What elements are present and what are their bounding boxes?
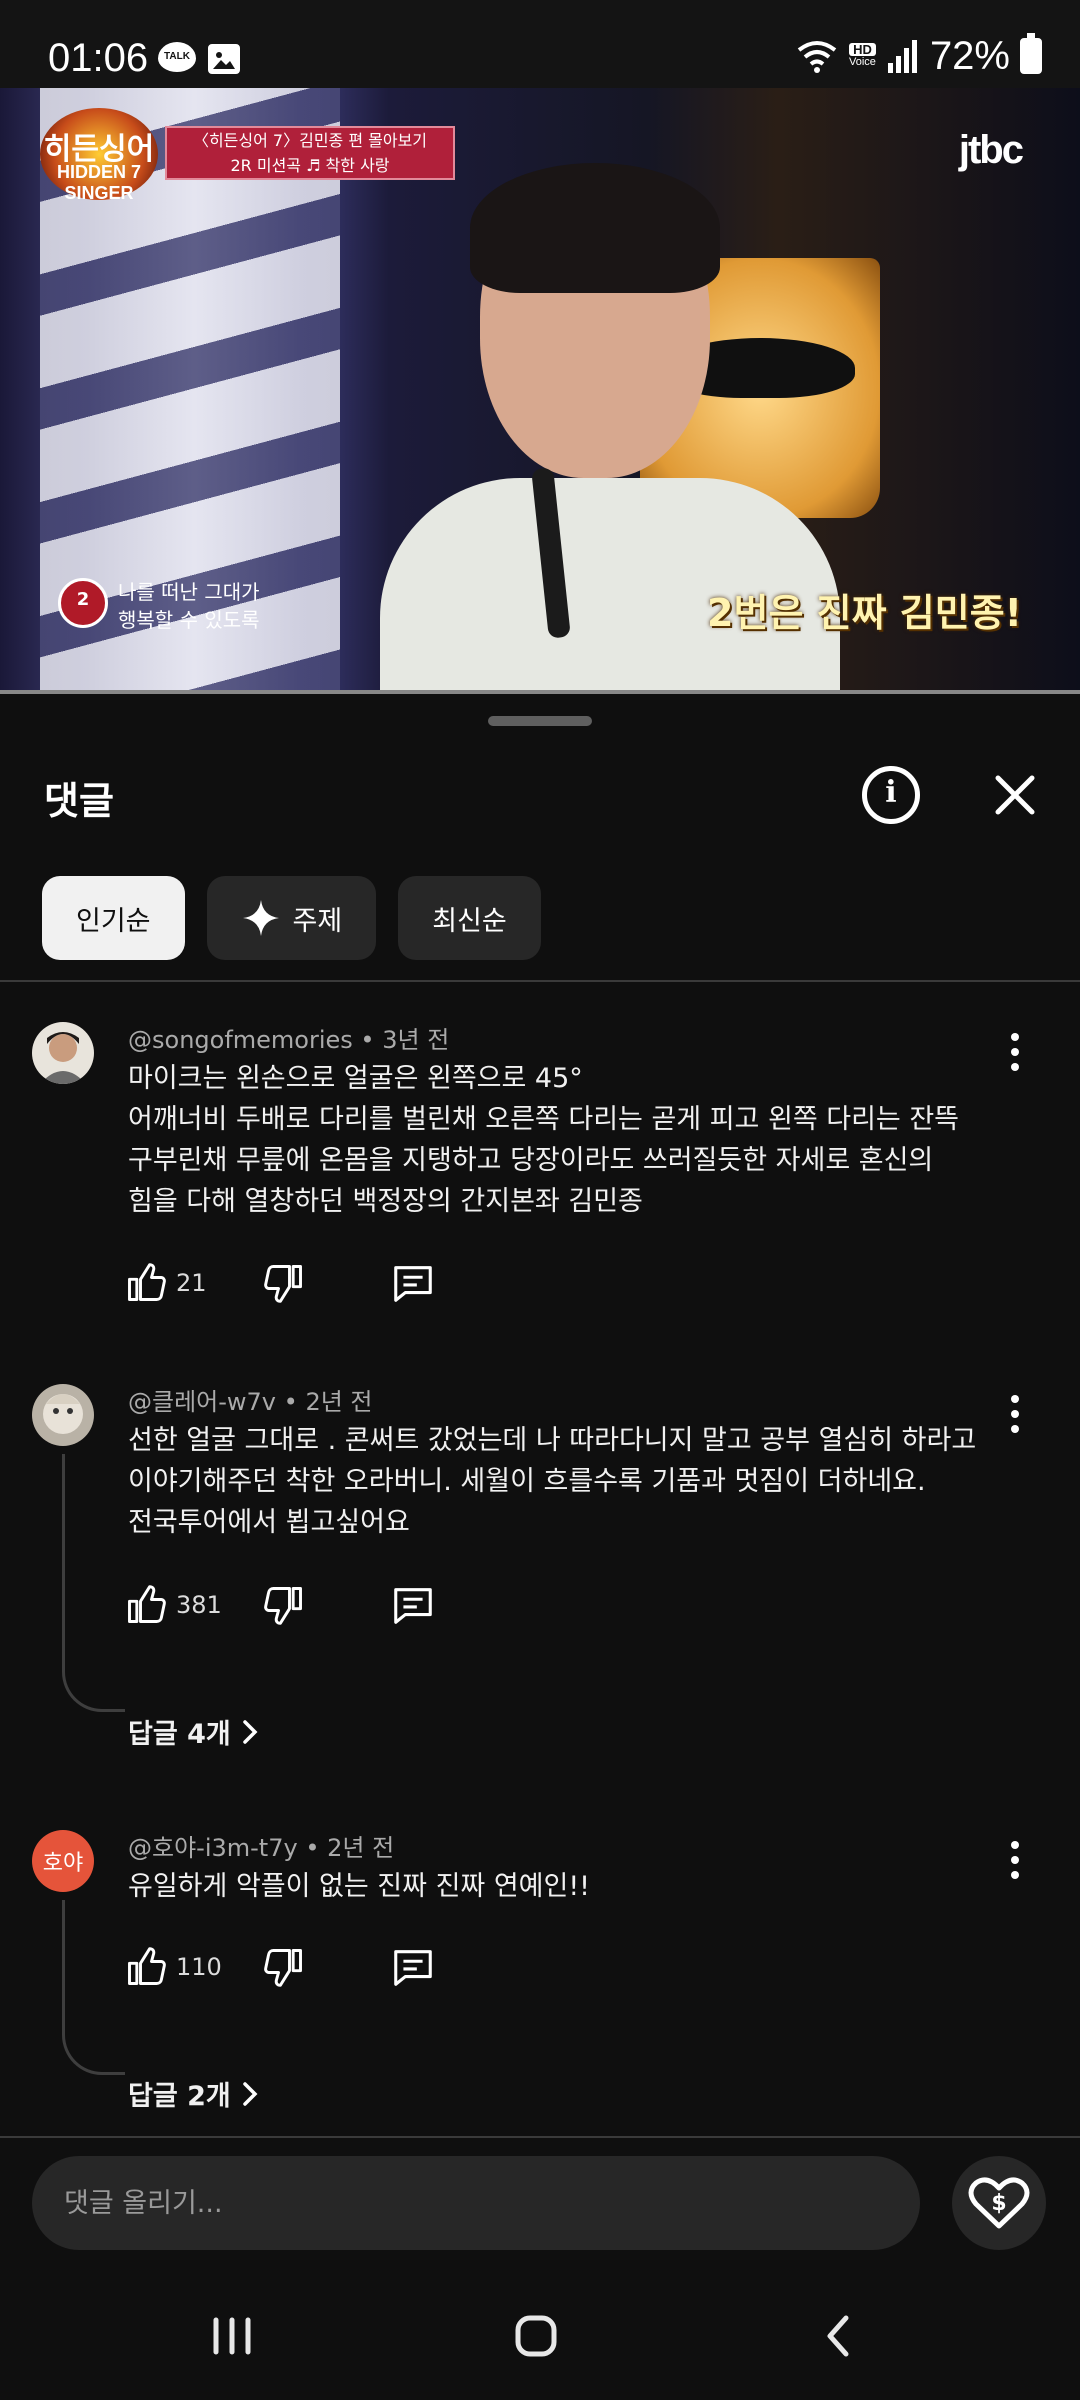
- comment-text: 유일하게 악플이 없는 진짜 진짜 연예인!!: [128, 1871, 590, 1902]
- like-button[interactable]: 381: [124, 1583, 232, 1627]
- status-time: 01:06: [48, 36, 149, 80]
- reply-comment-icon: [394, 1950, 432, 1986]
- kakaotalk-notification-icon: TALK: [158, 42, 196, 72]
- chips-divider: [0, 980, 1080, 982]
- singer-hair: [470, 163, 720, 293]
- back-icon: [827, 2315, 849, 2357]
- comment-actions: 110: [124, 1940, 436, 1994]
- comment-text: 마이크는 왼손으로 얼굴은 왼쪽으로 45° 어깨너비 두배로 다리를 벌린채 …: [128, 1063, 960, 1217]
- avatar[interactable]: [32, 1384, 94, 1446]
- close-icon: [995, 775, 1035, 815]
- reply-button[interactable]: [390, 1944, 436, 1990]
- drag-handle[interactable]: [488, 716, 592, 726]
- comment-time: 2년 전: [305, 1388, 373, 1416]
- recent-apps-icon: [213, 2317, 251, 2355]
- heart-dollar-icon: $: [968, 2177, 1030, 2229]
- wifi-icon: [797, 41, 837, 73]
- comments-title: 댓글: [44, 779, 114, 823]
- view-replies-button[interactable]: 답글 4개: [128, 1712, 261, 1751]
- reply-comment-icon: [394, 1266, 432, 1302]
- chevron-right-icon: [242, 1719, 258, 1744]
- svg-text:$: $: [991, 2191, 1006, 2216]
- signal-icon: [887, 40, 917, 73]
- comment-actions: 381: [124, 1578, 436, 1632]
- video-player[interactable]: 히든싱어 HIDDEN 7 SINGER 〈히든싱어 7〉김민종 편 몰아보기 …: [0, 88, 1080, 694]
- comment-more-button[interactable]: [1000, 1392, 1030, 1436]
- channel-watermark: jtbc: [958, 128, 1024, 172]
- comment-more-button[interactable]: [1000, 1838, 1030, 1882]
- thumbs-down-icon: [264, 1949, 302, 1987]
- home-icon: [515, 2315, 557, 2357]
- add-comment-input[interactable]: [32, 2156, 920, 2250]
- dislike-button[interactable]: [262, 1261, 306, 1305]
- info-button[interactable]: i: [862, 766, 920, 824]
- thumbs-up-icon: [128, 1947, 166, 1985]
- comment-input-bar: $: [0, 2140, 1080, 2270]
- comment-time: 3년 전: [382, 1026, 450, 1054]
- thumbs-down-icon: [264, 1265, 302, 1303]
- dislike-button[interactable]: [262, 1945, 306, 1989]
- comment-actions: 21: [124, 1256, 436, 1310]
- chip-popular[interactable]: 인기순: [42, 876, 185, 960]
- gallery-notification-icon: [208, 44, 240, 74]
- like-button[interactable]: 21: [124, 1261, 232, 1305]
- system-navigation-bar: [0, 2270, 1080, 2400]
- chevron-right-icon: [242, 2081, 258, 2106]
- sort-chips: 인기순 주제 최신순: [42, 876, 541, 960]
- avatar[interactable]: [32, 1022, 94, 1084]
- episode-banner: 〈히든싱어 7〉김민종 편 몰아보기 2R 미션곡 ♬ 착한 사랑: [165, 126, 455, 180]
- dislike-button[interactable]: [262, 1583, 306, 1627]
- sparkle-icon: [242, 900, 279, 936]
- like-button[interactable]: 110: [124, 1945, 232, 1989]
- view-replies-button[interactable]: 답글 2개: [128, 2074, 261, 2113]
- close-button[interactable]: [990, 770, 1040, 820]
- battery-icon: [1020, 33, 1042, 74]
- chip-topics[interactable]: 주제: [206, 876, 377, 960]
- like-count: 381: [176, 1591, 222, 1619]
- comment-author[interactable]: @클레어-w7v: [128, 1388, 276, 1416]
- reply-button[interactable]: [390, 1582, 436, 1628]
- back-button[interactable]: [800, 2306, 880, 2366]
- home-button[interactable]: [496, 2306, 576, 2366]
- thread-line: [62, 1900, 125, 2075]
- like-count: 110: [176, 1953, 222, 1981]
- like-count: 21: [176, 1269, 207, 1297]
- reply-comment-icon: [394, 1588, 432, 1624]
- comment-author[interactable]: @songofmemories: [128, 1026, 353, 1054]
- video-caption: 2번은 진짜 김민종!: [707, 591, 1022, 635]
- contestant-badge: 2: [58, 578, 108, 628]
- avatar[interactable]: 호야: [32, 1830, 94, 1892]
- status-bar: 01:06 TALK HD Voice 72%: [0, 0, 1080, 88]
- lyric-subtitle: 나를 떠난 그대가 행복할 수 있도록: [118, 580, 260, 632]
- thread-line: [62, 1454, 125, 1712]
- comment-time: 2년 전: [327, 1834, 395, 1862]
- comment-author[interactable]: @호야-i3m-t7y: [128, 1834, 298, 1862]
- chip-newest[interactable]: 최신순: [398, 876, 541, 960]
- thumbs-up-icon: [128, 1585, 166, 1623]
- more-vertical-icon: [1011, 1841, 1019, 1879]
- more-vertical-icon: [1011, 1033, 1019, 1071]
- recent-apps-button[interactable]: [192, 2306, 272, 2366]
- show-logo: 히든싱어 HIDDEN 7 SINGER: [40, 108, 158, 203]
- info-icon: i: [885, 775, 897, 810]
- more-vertical-icon: [1011, 1395, 1019, 1433]
- input-divider: [0, 2136, 1080, 2138]
- comment-text: 선한 얼굴 그대로 . 콘써트 갔었는데 나 따라다니지 말고 공부 열심히 하…: [128, 1425, 977, 1538]
- thumbs-down-icon: [264, 1587, 302, 1625]
- thumbs-up-icon: [128, 1263, 166, 1301]
- reply-button[interactable]: [390, 1260, 436, 1306]
- super-thanks-button[interactable]: $: [952, 2156, 1046, 2250]
- battery-percent: 72%: [929, 33, 1010, 78]
- hd-voice-icon: HD Voice: [849, 42, 876, 68]
- comment-more-button[interactable]: [1000, 1030, 1030, 1074]
